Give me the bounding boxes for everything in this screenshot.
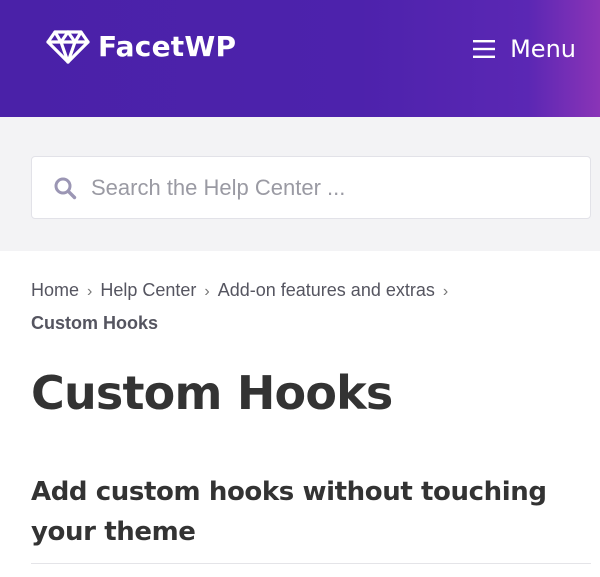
chevron-right-icon: ›: [204, 283, 210, 300]
page-title: Custom Hooks: [31, 366, 393, 420]
brand-name: FacetWP: [98, 30, 237, 63]
search-box[interactable]: [31, 156, 591, 219]
breadcrumb-current: Custom Hooks: [31, 313, 159, 333]
chevron-right-icon: ›: [442, 283, 449, 300]
breadcrumb-home[interactable]: Home: [31, 280, 79, 300]
menu-label: Menu: [510, 35, 576, 63]
section-heading: Add custom hooks without touching your t…: [31, 477, 547, 547]
breadcrumb-help-center[interactable]: Help Center: [100, 280, 196, 300]
hamburger-icon: [473, 40, 496, 58]
chevron-right-icon: ›: [87, 283, 93, 300]
diamond-logo-icon: [46, 30, 90, 64]
search-input[interactable]: [91, 167, 571, 208]
search-section: [0, 117, 600, 251]
brand-logo-link[interactable]: FacetWP: [46, 29, 236, 65]
menu-button[interactable]: Menu: [472, 33, 576, 65]
site-header: FacetWP Menu: [0, 0, 600, 117]
search-icon[interactable]: [53, 176, 77, 200]
breadcrumb: Home › Help Center › Add-on features and ext…: [31, 275, 571, 338]
breadcrumb-addon-features[interactable]: Add-on features and extras: [218, 280, 435, 300]
divider: [31, 563, 591, 564]
